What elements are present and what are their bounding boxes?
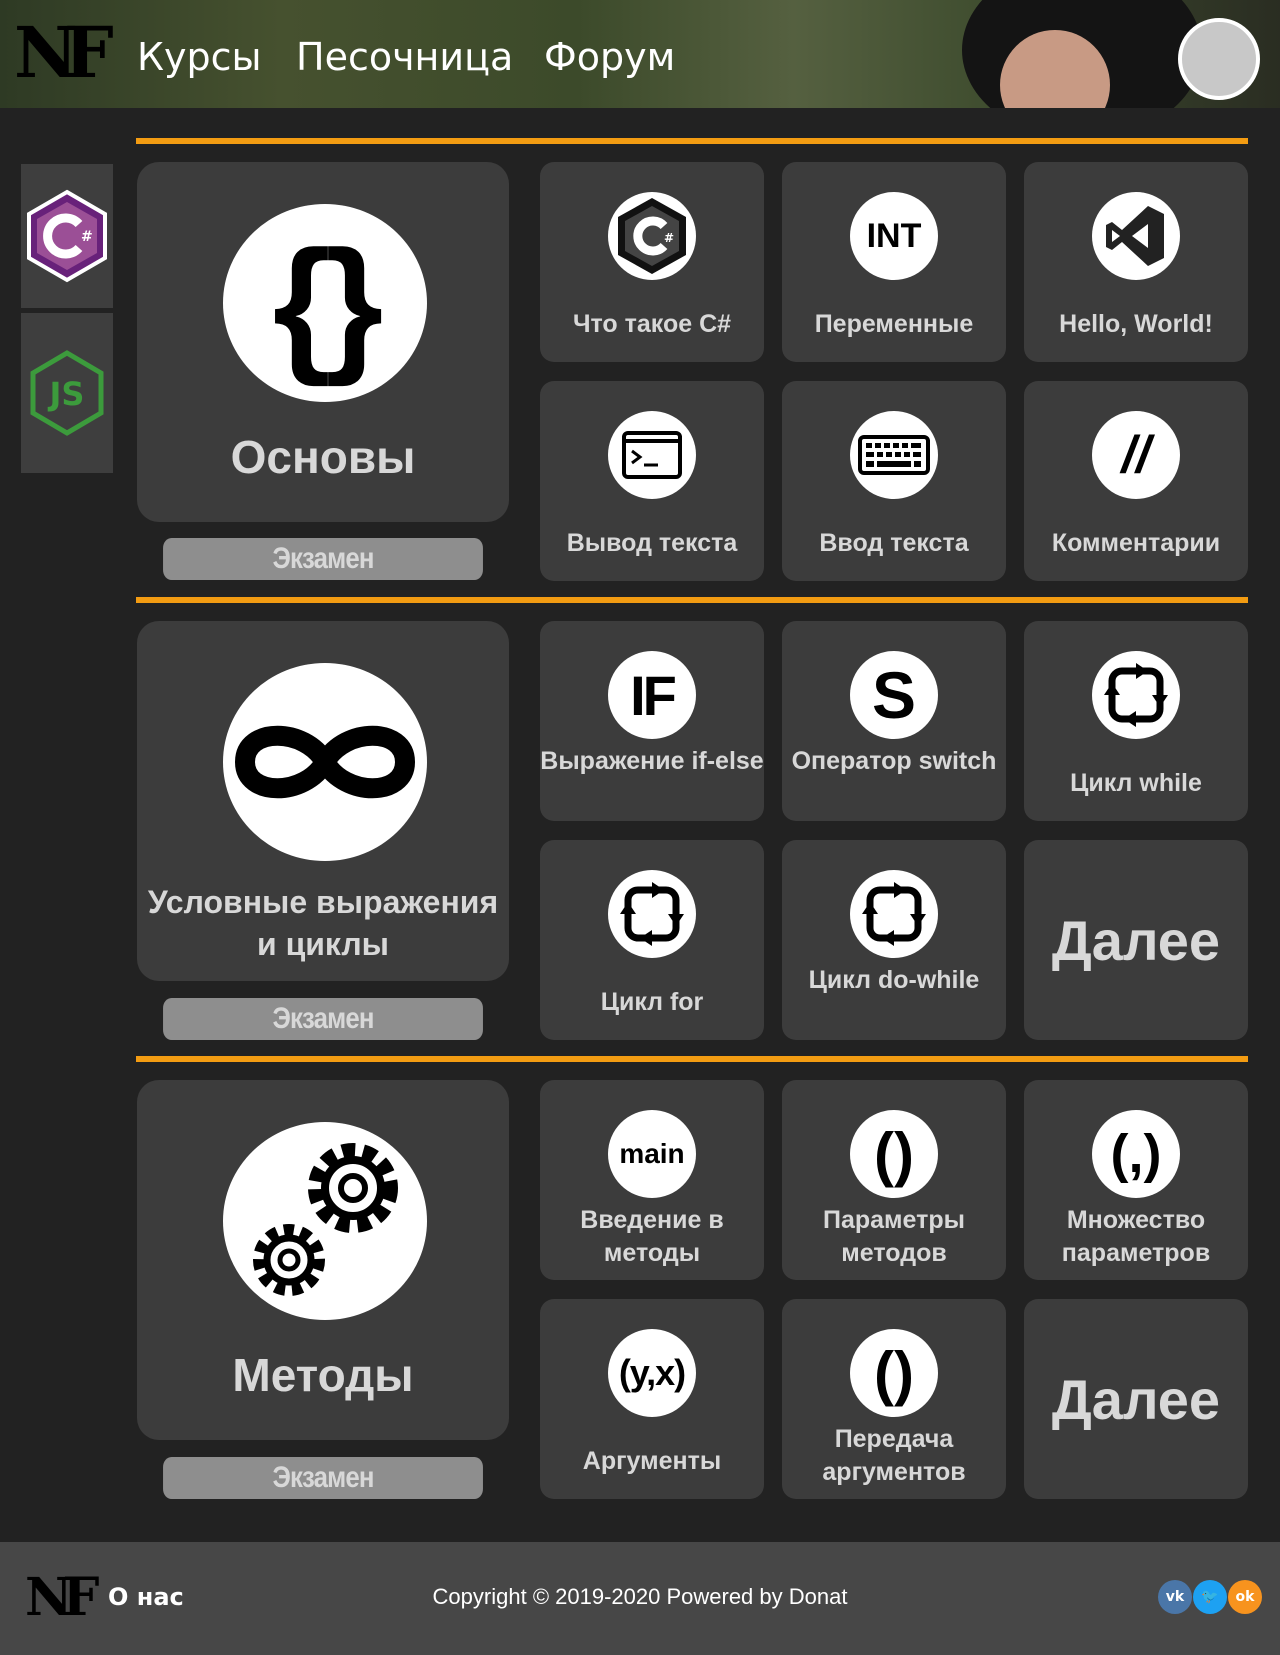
exam-button[interactable]: Экзамен (163, 538, 483, 580)
loop-arrows-icon (850, 870, 938, 958)
more-label: Далее (1051, 908, 1221, 972)
lesson-label: Цикл do-while (808, 966, 980, 994)
section-main-methods[interactable]: Методы (137, 1080, 509, 1440)
csharp-hexagon-icon: # (27, 189, 107, 283)
nav-courses[interactable]: Курсы (137, 34, 261, 80)
lesson-text-output[interactable]: Вывод текста (540, 381, 764, 581)
loop-arrows-icon (608, 870, 696, 958)
curly-braces-icon: {} (223, 204, 427, 402)
terminal-icon (608, 411, 696, 499)
section-divider (136, 1056, 1248, 1062)
icon-glyph: (,) (1110, 1124, 1162, 1184)
visual-studio-icon (1092, 192, 1180, 280)
lesson-label: Вывод текста (566, 529, 738, 557)
lesson-switch[interactable]: S Оператор switch (782, 621, 1006, 821)
main-icon: main (608, 1110, 696, 1198)
if-icon: IF (608, 651, 696, 739)
csharp-logo-icon: # (608, 192, 696, 280)
section-main-conditions-loops[interactable]: Условные выражения и циклы (137, 621, 509, 981)
user-avatar[interactable] (1178, 18, 1260, 100)
icon-glyph: IF (630, 663, 677, 727)
switch-icon: S (850, 651, 938, 739)
lesson-for[interactable]: Цикл for (540, 840, 764, 1040)
section-title: Условные выражения и циклы (147, 884, 499, 962)
svg-text:#: # (664, 231, 674, 245)
exam-button[interactable]: Экзамен (163, 998, 483, 1040)
lesson-while[interactable]: Цикл while (1024, 621, 1248, 821)
svg-text:JS: JS (48, 375, 85, 413)
lesson-label: Цикл while (1070, 769, 1202, 797)
section-title: Основы (230, 431, 416, 483)
lesson-label: Что такое C# (572, 310, 732, 338)
loop-arrows-icon (1092, 651, 1180, 739)
lesson-intro-methods[interactable]: main Введение в методы (540, 1080, 764, 1280)
lesson-label: Аргументы (582, 1447, 722, 1475)
infinity-icon (223, 663, 427, 861)
section-divider (136, 597, 1248, 603)
header: NF Курсы Песочница Форум (0, 0, 1280, 108)
exam-label: Экзамен (272, 542, 374, 575)
exam-label: Экзамен (272, 1461, 374, 1494)
sidebar-item-csharp[interactable]: # (21, 164, 113, 308)
section-title: Методы (232, 1349, 414, 1401)
vk-icon[interactable]: vk (1158, 1580, 1192, 1614)
comment-slashes-icon: // (1092, 411, 1180, 499)
lesson-label: Множество параметров (1061, 1206, 1211, 1267)
icon-glyph: (y,x) (618, 1352, 686, 1393)
sidebar-item-nodejs[interactable]: JS (21, 313, 113, 473)
icon-glyph: main (619, 1138, 685, 1169)
lesson-variables[interactable]: INT Переменные (782, 162, 1006, 362)
gears-icon (223, 1122, 427, 1320)
lesson-label: Цикл for (600, 988, 704, 1016)
exam-button[interactable]: Экзамен (163, 1457, 483, 1499)
footer: NF О нас Copyright © 2019-2020 Powered b… (0, 1542, 1280, 1655)
lesson-label: Параметры методов (823, 1206, 965, 1267)
lesson-passing-args[interactable]: () Передача аргументов (782, 1299, 1006, 1499)
icon-glyph: INT (866, 216, 922, 255)
lesson-do-while[interactable]: Цикл do-while (782, 840, 1006, 1040)
copyright: Copyright © 2019-2020 Powered by Donat (432, 1584, 848, 1609)
icon-glyph: () (874, 1339, 914, 1407)
lesson-multiple-params[interactable]: (,) Множество параметров (1024, 1080, 1248, 1280)
odnoklassniki-icon[interactable]: ok (1228, 1580, 1262, 1614)
lesson-comments[interactable]: // Комментарии (1024, 381, 1248, 581)
args-yx-icon: (y,x) (608, 1329, 696, 1417)
lesson-what-is-csharp[interactable]: # Что такое C# (540, 162, 764, 362)
more-label: Далее (1051, 1367, 1221, 1431)
int-icon: INT (850, 192, 938, 280)
lesson-label: Оператор switch (791, 747, 997, 775)
lesson-label: Переменные (814, 310, 974, 338)
parentheses-icon: () (850, 1110, 938, 1198)
lesson-label: Введение в методы (580, 1206, 724, 1267)
lesson-arguments[interactable]: (y,x) Аргументы (540, 1299, 764, 1499)
more-tile[interactable]: Далее (1024, 840, 1248, 1040)
icon-glyph: () (874, 1120, 914, 1188)
twitter-icon[interactable]: 🐦 (1193, 1580, 1227, 1614)
section-divider (136, 138, 1248, 144)
nav-forum[interactable]: Форум (544, 34, 675, 80)
site-logo[interactable]: NF (14, 18, 114, 88)
keyboard-icon (850, 411, 938, 499)
lesson-text-input[interactable]: Ввод текста (782, 381, 1006, 581)
more-tile[interactable]: Далее (1024, 1299, 1248, 1499)
nav-sandbox[interactable]: Песочница (296, 34, 513, 80)
lesson-label: Hello, World! (1059, 310, 1213, 338)
exam-label: Экзамен (272, 1002, 374, 1035)
svg-text:#: # (81, 229, 93, 245)
params-comma-icon: (,) (1092, 1110, 1180, 1198)
lesson-label: Передача аргументов (822, 1425, 966, 1486)
icon-glyph: S (871, 658, 917, 732)
icon-glyph: // (1121, 426, 1151, 484)
lesson-method-params[interactable]: () Параметры методов (782, 1080, 1006, 1280)
lesson-if-else[interactable]: IF Выражение if-else (540, 621, 764, 821)
lesson-label: Ввод текста (819, 529, 969, 557)
lesson-hello-world[interactable]: Hello, World! (1024, 162, 1248, 362)
section-main-basics[interactable]: {} Основы (137, 162, 509, 522)
nodejs-icon: JS (30, 350, 104, 436)
lesson-label: Комментарии (1051, 529, 1221, 557)
parentheses-icon: () (850, 1329, 938, 1417)
lesson-label: Выражение if-else (540, 747, 764, 775)
